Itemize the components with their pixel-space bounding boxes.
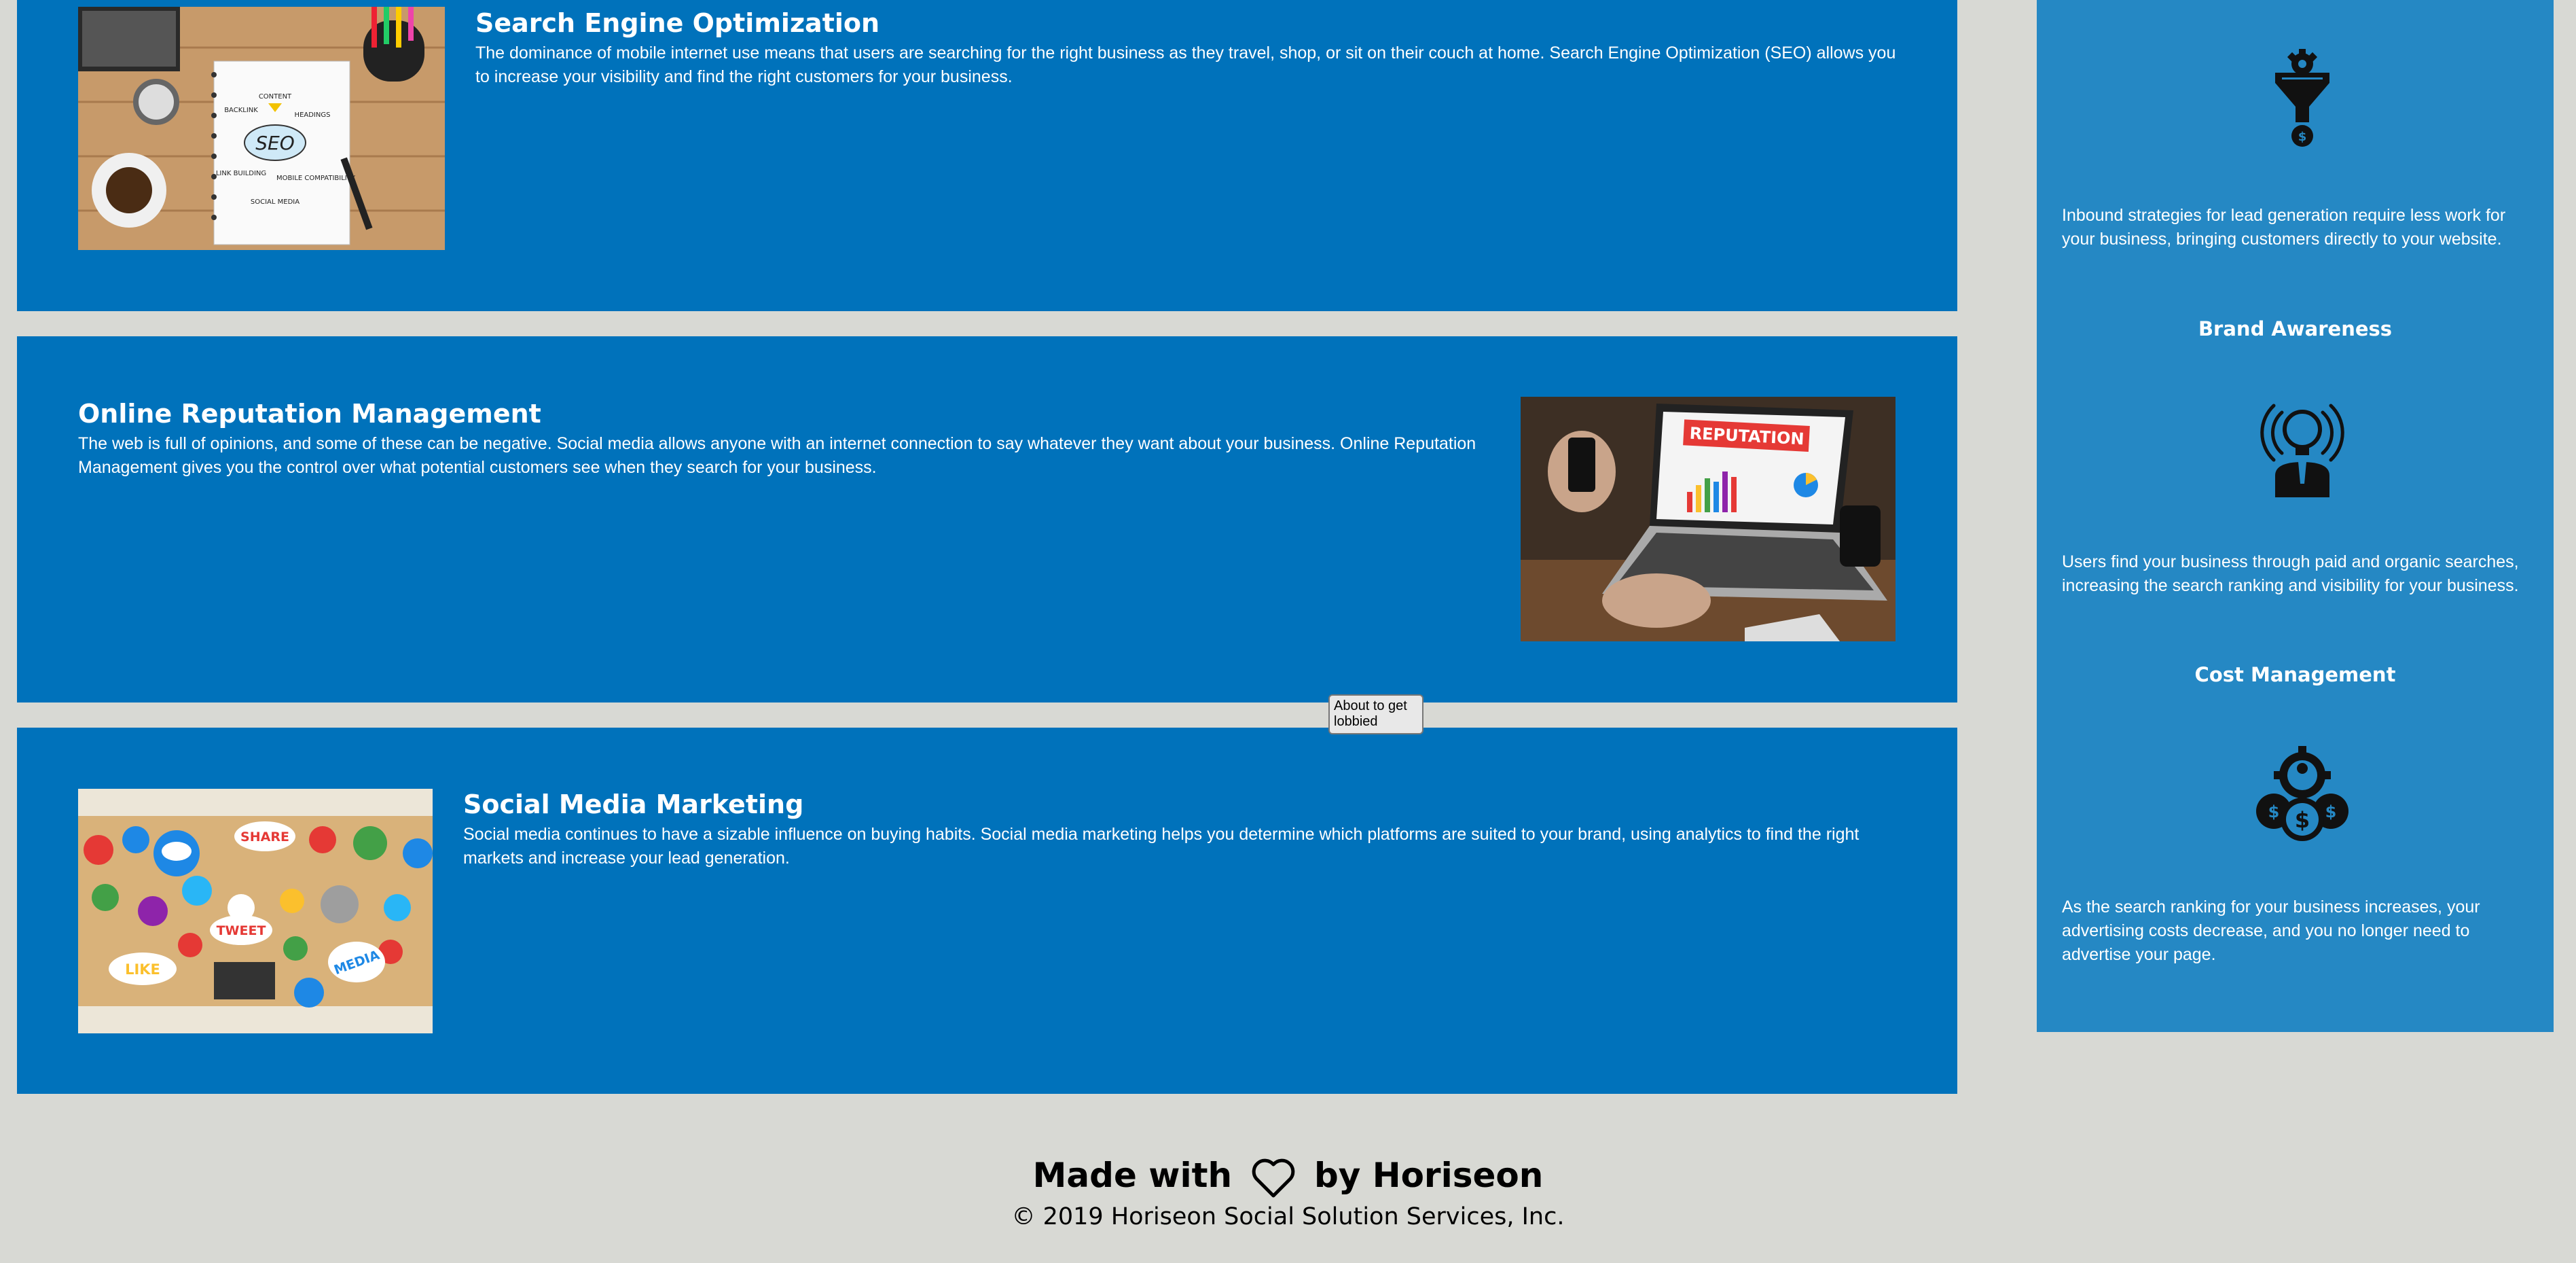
seo-image-word: SOCIAL MEDIA — [251, 198, 300, 206]
brand-awareness-text: Users find your business through paid an… — [2062, 552, 2519, 595]
seo-section: SEO BACKLINK CONTENT HEADINGS LINK BUILD… — [17, 0, 1957, 311]
seo-image-word: MOBILE COMPATIBILITY — [276, 175, 356, 182]
social-text: Social media continues to have a sizable… — [463, 825, 1860, 868]
social-image-word: LIKE — [125, 961, 160, 978]
cost-management-text: As the search ranking for your business … — [2062, 897, 2480, 964]
svg-text:$: $ — [2325, 802, 2337, 821]
reputation-text: The web is full of opinions, and some of… — [78, 434, 1476, 477]
reputation-title: Online Reputation Management — [78, 399, 541, 429]
cost-management-title: Cost Management — [2194, 663, 2396, 686]
brand-awareness-icon — [2255, 395, 2350, 497]
social-section: SHARE TWEET LIKE MEDIA Social Media Mark… — [17, 728, 1957, 1094]
heart-icon — [1251, 1158, 1296, 1198]
cost-management-icon: $ $ $ — [2255, 745, 2350, 847]
seo-image-word: BACKLINK — [224, 107, 258, 114]
reputation-section: Online Reputation Management The web is … — [17, 336, 1957, 702]
lead-generation-text: Inbound strategies for lead generation r… — [2062, 206, 2506, 249]
svg-text:$: $ — [2298, 130, 2307, 144]
seo-image-word: LINK BUILDING — [216, 170, 266, 177]
social-image-word: TWEET — [217, 923, 266, 938]
footer-title: Made with by Horiseon — [0, 1156, 2576, 1198]
footer-made-with: Made with — [1032, 1156, 1233, 1195]
hover-tooltip: About to get lobbied — [1328, 694, 1423, 734]
social-title: Social Media Marketing — [463, 789, 804, 819]
brand-awareness-title: Brand Awareness — [2198, 317, 2393, 340]
social-image: SHARE TWEET LIKE MEDIA — [78, 789, 433, 1033]
footer-copyright: © 2019 Horiseon Social Solution Services… — [1011, 1203, 1565, 1230]
seo-image-word: SEO — [255, 132, 295, 154]
seo-text: The dominance of mobile internet use mea… — [475, 43, 1896, 86]
social-image-word: SHARE — [240, 830, 289, 844]
svg-text:$: $ — [2268, 802, 2280, 821]
lead-funnel-icon: $ — [2255, 49, 2350, 151]
reputation-image: REPUTATION — [1521, 397, 1895, 641]
seo-image-word: HEADINGS — [295, 111, 331, 119]
footer-by: by Horiseon — [1313, 1156, 1544, 1195]
seo-image: SEO BACKLINK CONTENT HEADINGS LINK BUILD… — [78, 7, 445, 250]
seo-title: Search Engine Optimization — [475, 8, 880, 38]
svg-text:$: $ — [2295, 807, 2310, 833]
benefits-panel: $ Inbound strategies for lead generation… — [2037, 0, 2554, 1032]
seo-image-word: CONTENT — [259, 93, 292, 101]
